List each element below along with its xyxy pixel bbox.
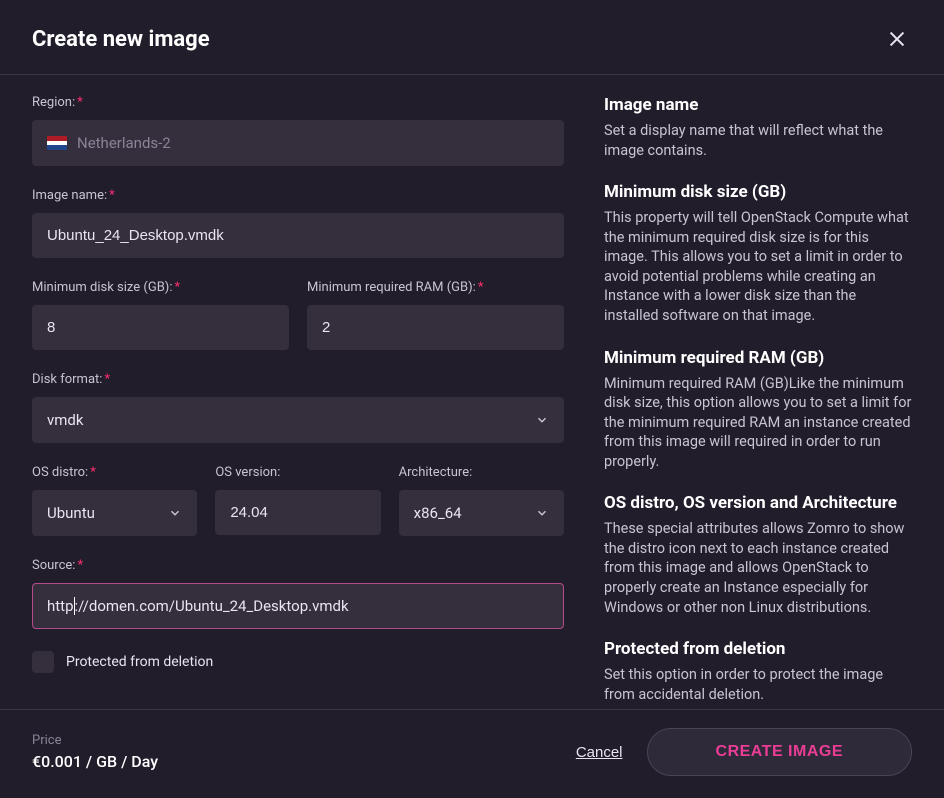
os-distro-label: OS distro:* — [32, 465, 197, 480]
info-os-attrs-text: These special attributes allows Zomro to… — [604, 519, 912, 617]
close-icon — [886, 28, 908, 50]
disk-format-value: vmdk — [47, 411, 83, 429]
source-input[interactable]: http://domen.com/Ubuntu_24_Desktop.vmdk — [32, 583, 564, 629]
price-value: €0.001 / GB / Day — [32, 752, 158, 771]
os-version-input[interactable] — [215, 490, 380, 535]
architecture-value: x86_64 — [414, 504, 462, 522]
chevron-down-icon — [535, 413, 549, 427]
footer-actions: Cancel CREATE IMAGE — [576, 728, 912, 776]
modal-title: Create new image — [32, 27, 210, 52]
info-image-name-title: Image name — [604, 95, 912, 115]
min-disk-label: Minimum disk size (GB):* — [32, 280, 289, 295]
min-ram-label: Minimum required RAM (GB):* — [307, 280, 564, 295]
flag-netherlands-icon — [47, 136, 67, 150]
create-image-button[interactable]: CREATE IMAGE — [647, 728, 912, 776]
info-protected-title: Protected from deletion — [604, 639, 912, 659]
modal-header: Create new image — [0, 0, 944, 75]
os-version-label: OS version: — [215, 465, 380, 480]
protected-label: Protected from deletion — [66, 654, 213, 670]
info-min-ram-title: Minimum required RAM (GB) — [604, 348, 912, 368]
price-box: Price €0.001 / GB / Day — [32, 733, 158, 771]
price-label: Price — [32, 733, 158, 748]
image-name-input[interactable] — [32, 213, 564, 258]
os-distro-select[interactable]: Ubuntu — [32, 490, 197, 536]
modal-footer: Price €0.001 / GB / Day Cancel CREATE IM… — [0, 709, 944, 798]
close-button[interactable] — [882, 24, 912, 54]
region-label: Region:* — [32, 95, 564, 110]
architecture-label: Architecture: — [399, 465, 564, 480]
source-label: Source:* — [32, 558, 564, 573]
disk-format-label: Disk format:* — [32, 372, 564, 387]
info-image-name-text: Set a display name that will reflect wha… — [604, 121, 912, 160]
min-ram-input[interactable] — [307, 305, 564, 350]
image-name-label: Image name:* — [32, 188, 564, 203]
info-protected-text: Set this option in order to protect the … — [604, 665, 912, 704]
min-disk-input[interactable] — [32, 305, 289, 350]
protected-checkbox[interactable] — [32, 651, 54, 673]
architecture-select[interactable]: x86_64 — [399, 490, 564, 536]
info-os-attrs-title: OS distro, OS version and Architecture — [604, 493, 912, 513]
chevron-down-icon — [535, 506, 549, 520]
info-min-ram-text: Minimum required RAM (GB)Like the minimu… — [604, 374, 912, 472]
disk-format-select[interactable]: vmdk — [32, 397, 564, 443]
chevron-down-icon — [168, 506, 182, 520]
region-value: Netherlands-2 — [77, 134, 171, 152]
region-select[interactable]: Netherlands-2 — [32, 120, 564, 166]
modal-body: Region:* Netherlands-2 Image name:* Mini… — [0, 75, 944, 709]
info-min-disk-title: Minimum disk size (GB) — [604, 182, 912, 202]
cancel-button[interactable]: Cancel — [576, 744, 623, 761]
info-column: Image name Set a display name that will … — [602, 95, 912, 709]
form-column: Region:* Netherlands-2 Image name:* Mini… — [32, 95, 564, 709]
info-min-disk-text: This property will tell OpenStack Comput… — [604, 208, 912, 325]
os-distro-value: Ubuntu — [47, 504, 95, 522]
